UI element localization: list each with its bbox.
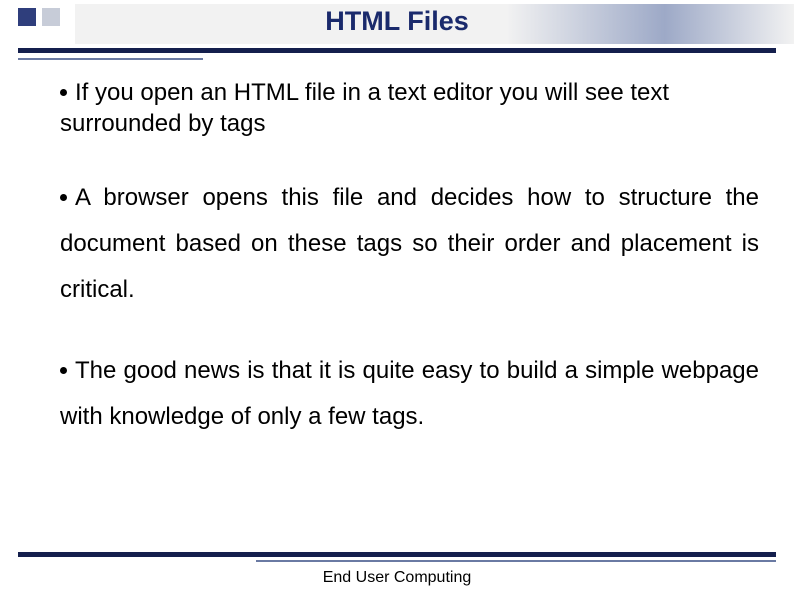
content-area: If you open an HTML file in a text edito… — [60, 78, 759, 475]
bullet-dot-icon — [60, 367, 67, 374]
header-thin-divider — [18, 58, 203, 60]
bullet-item-1: If you open an HTML file in a text edito… — [60, 78, 759, 139]
header-thick-divider — [18, 48, 776, 53]
bullet-item-3: The good news is that it is quite easy t… — [60, 348, 759, 439]
footer-thin-divider — [256, 560, 776, 562]
bullet-text: The good news is that it is quite easy t… — [60, 357, 759, 430]
bullet-dot-icon — [60, 194, 67, 201]
slide-title: HTML Files — [0, 6, 794, 37]
bullet-item-2: A browser opens this file and decides ho… — [60, 175, 759, 312]
bullet-text: If you open an HTML file in a text edito… — [60, 79, 669, 137]
footer-thick-divider — [18, 552, 776, 557]
bullet-text: A browser opens this file and decides ho… — [60, 184, 759, 302]
bullet-dot-icon — [60, 89, 67, 96]
footer-text: End User Computing — [0, 569, 794, 587]
